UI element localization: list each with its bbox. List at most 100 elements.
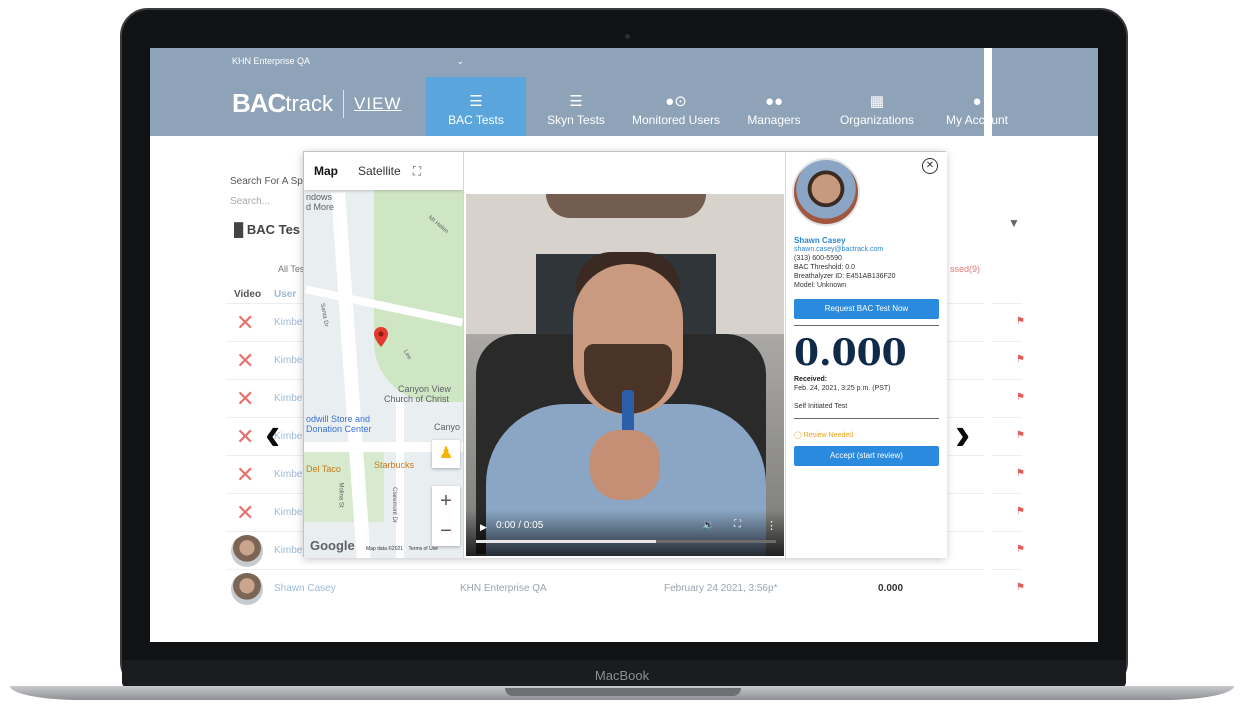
street-view-pegman-icon[interactable]: ♟ bbox=[432, 440, 460, 468]
map-label: odwill Store and bbox=[306, 414, 371, 424]
tab-satellite[interactable]: Satellite bbox=[348, 152, 411, 190]
more-options-icon[interactable]: ⋮ bbox=[766, 519, 777, 532]
tab-all-tests[interactable]: All Tes bbox=[278, 264, 304, 274]
row-user[interactable]: Kimbe bbox=[274, 507, 302, 518]
list-icon: ☰ bbox=[569, 93, 583, 110]
laptop-mockup: KHN Enterprise QA ⌄ BAC track VIEW ☰ BAC… bbox=[0, 0, 1244, 713]
row-user[interactable]: Kimber bbox=[274, 355, 306, 366]
fullscreen-icon[interactable]: ⛶ bbox=[413, 164, 421, 179]
column-header-user[interactable]: User bbox=[274, 289, 296, 300]
google-logo: Google bbox=[310, 538, 355, 553]
map-label: Donation Center bbox=[306, 424, 372, 434]
logo-bac: BAC bbox=[232, 88, 286, 118]
location-pin-icon[interactable] bbox=[374, 327, 388, 347]
nav-label: Monitored Users bbox=[631, 113, 721, 127]
scrollbar[interactable] bbox=[984, 48, 992, 642]
map-type-tabs: Map Satellite ⛶ bbox=[304, 152, 463, 190]
map-label: ndows bbox=[306, 192, 333, 202]
video-progress-fill bbox=[476, 540, 656, 543]
failed-video-icon: ✕ bbox=[236, 424, 255, 449]
user-email[interactable]: shawn.casey@bactrack.com bbox=[794, 246, 883, 253]
caret-down-icon[interactable]: ▼ bbox=[1008, 216, 1020, 230]
received-timestamp: Feb. 24, 2021, 3:25 p.m. (PST) bbox=[794, 385, 891, 392]
close-icon[interactable]: ✕ bbox=[922, 158, 938, 174]
row-user[interactable]: Kimbe bbox=[274, 393, 302, 404]
flag-icon[interactable]: ⚑ bbox=[1016, 316, 1025, 327]
flag-icon[interactable]: ⚑ bbox=[1016, 392, 1025, 403]
avatar[interactable] bbox=[231, 535, 263, 567]
map-park-area bbox=[304, 452, 384, 522]
row-user[interactable]: Kimber bbox=[274, 317, 306, 328]
device-model: Model: Unknown bbox=[794, 282, 847, 289]
flag-icon[interactable]: ⚑ bbox=[1016, 430, 1025, 441]
search-label: Search For A Sp bbox=[230, 176, 303, 187]
map-label: Canyon View bbox=[398, 384, 451, 394]
test-info-panel: ✕ Shawn Casey shawn.casey@bactrack.com (… bbox=[785, 152, 947, 558]
logo-track: track bbox=[285, 90, 334, 116]
play-icon[interactable]: ▶ bbox=[480, 522, 487, 533]
flag-icon[interactable]: ⚑ bbox=[1016, 582, 1025, 593]
device-label: MacBook bbox=[594, 668, 650, 683]
webcam bbox=[625, 34, 630, 39]
bactrack-view-logo[interactable]: BAC track VIEW bbox=[232, 88, 401, 119]
nav-label: Managers bbox=[747, 113, 801, 127]
video-controls: ▶ 0:00 / 0:05 🔉 ⛶ ⋮ bbox=[466, 510, 784, 556]
bac-threshold: BAC Threshold: 0.0 bbox=[794, 264, 855, 271]
fullscreen-icon[interactable]: ⛶ bbox=[734, 519, 741, 530]
video-ceiling-fan bbox=[546, 194, 706, 218]
nav-label: BAC Tests bbox=[448, 113, 504, 127]
nav-organizations[interactable]: ▦ Organizations bbox=[822, 77, 932, 136]
table-row[interactable]: Shawn Casey KHN Enterprise QA February 24 … bbox=[226, 569, 1025, 607]
test-video[interactable]: ▶ 0:00 / 0:05 🔉 ⛶ ⋮ bbox=[464, 152, 785, 558]
test-detail-modal: Map Satellite ⛶ ndows d More Mt Helen Sa… bbox=[303, 151, 947, 558]
accept-review-button[interactable]: Accept (start review) bbox=[794, 446, 939, 466]
map-label: Starbucks bbox=[374, 460, 415, 470]
terms-link[interactable]: Terms of Use bbox=[409, 546, 438, 552]
logo-view: VIEW bbox=[354, 93, 402, 113]
user-eye-icon: ●⊙ bbox=[665, 93, 687, 110]
org-selector[interactable]: KHN Enterprise QA ⌄ bbox=[232, 56, 464, 72]
row-user[interactable]: Shawn Casey bbox=[274, 583, 336, 594]
volume-icon[interactable]: 🔉 bbox=[702, 520, 714, 531]
user-icon: ● bbox=[972, 93, 982, 110]
video-hand bbox=[590, 430, 660, 500]
flag-icon[interactable]: ⚑ bbox=[1016, 544, 1025, 555]
flag-icon[interactable]: ⚑ bbox=[1016, 354, 1025, 365]
request-bac-test-button[interactable]: Request BAC Test Now bbox=[794, 299, 939, 319]
tab-passed[interactable]: ssed(9) bbox=[950, 264, 980, 274]
user-name[interactable]: Shawn Casey bbox=[794, 236, 846, 245]
logo-divider bbox=[343, 89, 345, 118]
map-label: Del Taco bbox=[306, 464, 341, 474]
tab-map[interactable]: Map bbox=[304, 152, 348, 190]
nav-skyn-tests[interactable]: ☰ Skyn Tests bbox=[526, 77, 626, 136]
avatar[interactable] bbox=[231, 573, 263, 605]
nav-label: My Account bbox=[945, 113, 1009, 127]
video-progress-bar[interactable] bbox=[476, 540, 776, 543]
laptop-notch bbox=[505, 688, 741, 696]
flag-icon[interactable]: ⚑ bbox=[1016, 506, 1025, 517]
bac-reading: 0.000 bbox=[794, 332, 907, 374]
zoom-control: + − bbox=[432, 486, 460, 546]
test-type: Self Initiated Test bbox=[794, 403, 848, 410]
row-user[interactable]: Kimbe bbox=[274, 469, 302, 480]
zoom-out-button[interactable]: − bbox=[432, 516, 460, 546]
zoom-in-button[interactable]: + bbox=[432, 486, 460, 516]
main-nav: ☰ BAC Tests ☰ Skyn Tests ●⊙ Monitored Us… bbox=[426, 77, 1022, 136]
flag-icon[interactable]: ⚑ bbox=[1016, 468, 1025, 479]
chevron-down-icon: ⌄ bbox=[456, 56, 464, 66]
row-bac-value: 0.000 bbox=[878, 583, 904, 594]
next-arrow-icon[interactable]: › bbox=[955, 406, 970, 460]
column-header-video[interactable]: Video bbox=[234, 289, 261, 300]
nav-my-account[interactable]: ● My Account bbox=[932, 77, 1022, 136]
location-map[interactable]: Map Satellite ⛶ ndows d More Mt Helen Sa… bbox=[304, 152, 464, 558]
received-label: Received: bbox=[794, 376, 828, 383]
nav-managers[interactable]: ●● Managers bbox=[726, 77, 822, 136]
nav-monitored-users[interactable]: ●⊙ Monitored Users bbox=[626, 77, 726, 136]
map-label: Church of Christ bbox=[384, 394, 450, 404]
page-title: █ BAC Tes bbox=[234, 222, 301, 237]
app-header: KHN Enterprise QA ⌄ BAC track VIEW ☰ BAC… bbox=[150, 48, 1098, 136]
list-icon: ☰ bbox=[469, 93, 483, 110]
previous-arrow-icon[interactable]: ‹ bbox=[265, 406, 280, 460]
nav-bac-tests[interactable]: ☰ BAC Tests bbox=[426, 77, 526, 136]
map-label: Canyo bbox=[434, 422, 461, 432]
